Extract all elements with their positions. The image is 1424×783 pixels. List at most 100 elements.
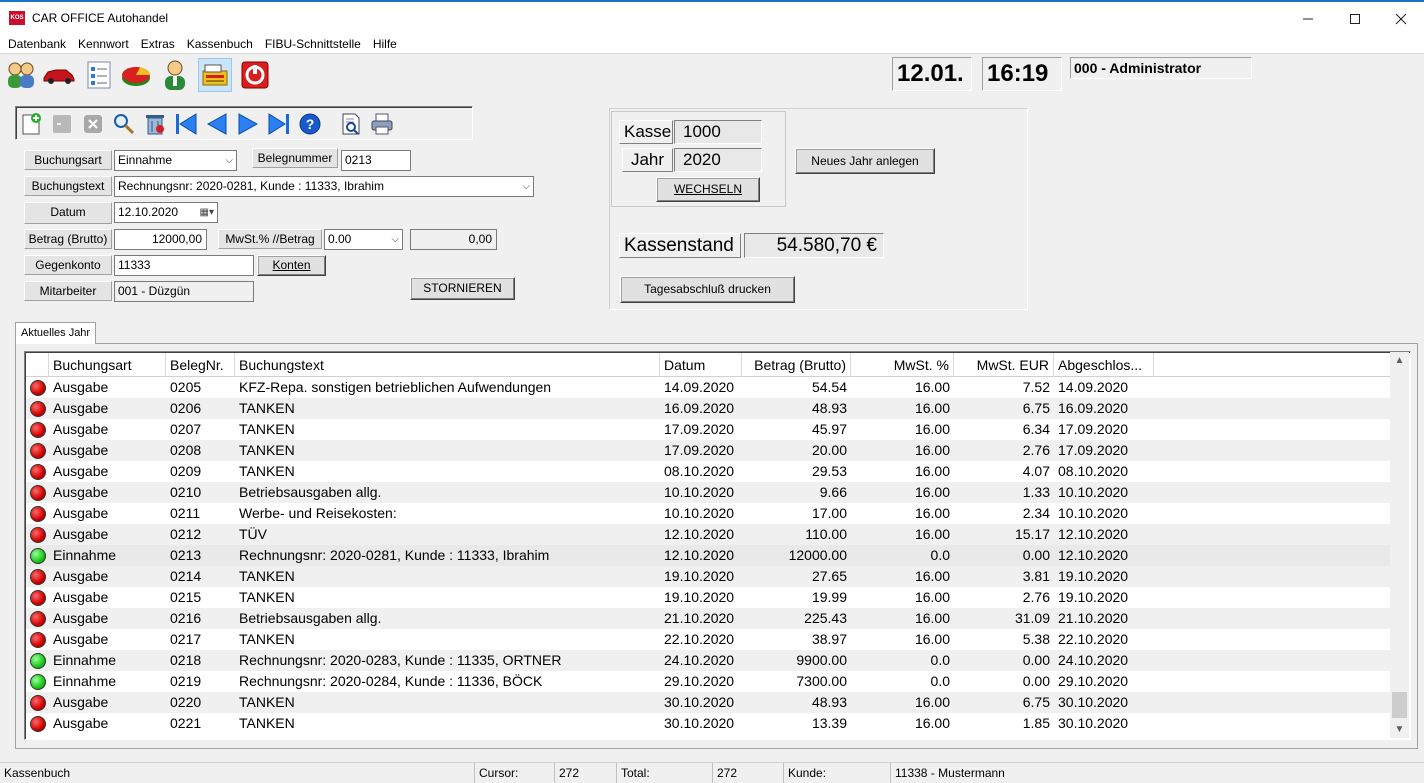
- cell-abg: 17.09.2020: [1058, 442, 1129, 458]
- column-header[interactable]: Buchungstext: [235, 353, 660, 377]
- column-header[interactable]: Buchungsart: [49, 353, 166, 377]
- help-button[interactable]: ?: [297, 111, 323, 137]
- status-cell: [26, 650, 49, 671]
- menu-kassenbuch[interactable]: Kassenbuch: [181, 37, 259, 51]
- gegenkonto-field[interactable]: 11333: [114, 255, 254, 276]
- table-row[interactable]: Ausgabe 0220 TANKEN 30.10.2020 48.93 16.00 6.7…: [26, 692, 1392, 713]
- status-cell: [26, 524, 49, 545]
- table-row[interactable]: Ausgabe 0211 Werbe- und Reisekosten: 10.10.…: [26, 503, 1392, 524]
- cell-text: TANKEN: [239, 442, 295, 458]
- betrag-field[interactable]: 12000,00: [114, 229, 207, 250]
- cell-mwst-eur: 0.00: [1022, 547, 1050, 563]
- buchungsart-label: Buchungsart: [24, 150, 112, 170]
- scroll-thumb[interactable]: [1392, 692, 1407, 718]
- column-header[interactable]: BelegNr.: [166, 353, 235, 377]
- stornieren-button[interactable]: STORNIEREN: [410, 277, 515, 300]
- cell-betrag: 45.97: [811, 421, 847, 437]
- table-row[interactable]: Einnahme 0219 Rechnungsnr: 2020-0284, Kund…: [26, 671, 1392, 692]
- minimize-button[interactable]: [1285, 6, 1331, 32]
- wechseln-button[interactable]: WECHSELN: [656, 177, 760, 202]
- cell-abg: 10.10.2020: [1058, 484, 1129, 500]
- menu-extras[interactable]: Extras: [135, 37, 181, 51]
- cell-text: TANKEN: [239, 568, 295, 584]
- status-cell: [26, 482, 49, 503]
- checklist-button[interactable]: [82, 58, 116, 92]
- status-column-header: [26, 353, 49, 377]
- datum-picker[interactable]: 12.10.2020 ▦▾: [114, 202, 218, 223]
- table-row[interactable]: Ausgabe 0205 KFZ-Repa. sonstigen betriebli…: [26, 377, 1392, 398]
- status-red-icon: [29, 505, 46, 522]
- close-button[interactable]: [1378, 6, 1424, 32]
- buchungstext-select[interactable]: Rechnungsnr: 2020-0281, Kunde : 11333, I…: [114, 176, 534, 197]
- neues-jahr-button[interactable]: Neues Jahr anlegen: [795, 148, 935, 174]
- status-cell: [26, 587, 49, 608]
- column-header[interactable]: Abgeschlos...: [1054, 353, 1154, 377]
- table-row[interactable]: Ausgabe 0207 TANKEN 17.09.2020 45.97 16.00 6.3…: [26, 419, 1392, 440]
- first-icon: [176, 113, 197, 135]
- cell-mwst: 16.00: [914, 463, 950, 479]
- konten-button[interactable]: Konten: [257, 255, 326, 276]
- table-row[interactable]: Ausgabe 0216 Betriebsausgaben allg. 21.10.2…: [26, 608, 1392, 629]
- menu-hilfe[interactable]: Hilfe: [367, 37, 403, 51]
- print-button[interactable]: [369, 111, 395, 137]
- mwst-select[interactable]: 0.00 ⌵: [324, 229, 403, 250]
- next-record-button[interactable]: [235, 111, 261, 137]
- cell-datum: 29.10.2020: [664, 673, 735, 689]
- scroll-down-icon[interactable]: ▼: [1390, 721, 1409, 738]
- delete-button[interactable]: [142, 111, 168, 137]
- tab-aktuelles-jahr[interactable]: Aktuelles Jahr: [15, 322, 96, 344]
- trash-icon: [146, 115, 164, 135]
- column-header[interactable]: MwSt. %: [851, 353, 954, 377]
- table-row[interactable]: Einnahme 0218 Rechnungsnr: 2020-0283, Kund…: [26, 650, 1392, 671]
- cell-datum: 17.09.2020: [664, 421, 735, 437]
- menu-datenbank[interactable]: Datenbank: [2, 37, 72, 51]
- column-header[interactable]: Betrag (Brutto): [742, 353, 851, 377]
- menu-fibu[interactable]: FIBU-Schnittstelle: [259, 37, 367, 51]
- cell-mwst-eur: 2.76: [1022, 442, 1050, 458]
- cashbook-button[interactable]: [198, 58, 232, 92]
- status-cell: [26, 671, 49, 692]
- cell-art: Ausgabe: [53, 484, 109, 500]
- last-record-button[interactable]: [266, 111, 292, 137]
- status-red-icon: [29, 526, 46, 543]
- table-row[interactable]: Ausgabe 0210 Betriebsausgaben allg. 10.10.2…: [26, 482, 1392, 503]
- cell-datum: 19.10.2020: [664, 568, 735, 584]
- table-row[interactable]: Ausgabe 0206 TANKEN 16.09.2020 48.93 16.00 6.7…: [26, 398, 1392, 419]
- exit-button[interactable]: [238, 58, 272, 92]
- new-record-button[interactable]: [18, 111, 44, 137]
- buchungsart-select[interactable]: Einnahme ⌵: [114, 150, 237, 171]
- customers-button[interactable]: [4, 58, 38, 92]
- preview-button[interactable]: [338, 111, 364, 137]
- table-row[interactable]: Ausgabe 0221 TANKEN 30.10.2020 13.39 16.00 1.8…: [26, 713, 1392, 734]
- vehicles-button[interactable]: [42, 58, 76, 92]
- table-row[interactable]: Ausgabe 0208 TANKEN 17.09.2020 20.00 16.00 2.7…: [26, 440, 1392, 461]
- cancel-record-button[interactable]: [80, 111, 106, 137]
- column-header[interactable]: MwSt. EUR: [954, 353, 1054, 377]
- vertical-scrollbar[interactable]: ▲ ▼: [1390, 352, 1409, 738]
- column-header[interactable]: Datum: [660, 353, 742, 377]
- table-row[interactable]: Ausgabe 0214 TANKEN 19.10.2020 27.65 16.00 3.8…: [26, 566, 1392, 587]
- cell-mwst: 16.00: [914, 421, 950, 437]
- table-row[interactable]: Ausgabe 0209 TANKEN 08.10.2020 29.53 16.00 4.0…: [26, 461, 1392, 482]
- edit-icon: [53, 115, 71, 133]
- table-row[interactable]: Ausgabe 0217 TANKEN 22.10.2020 38.97 16.00 5.3…: [26, 629, 1392, 650]
- table-row[interactable]: Ausgabe 0215 TANKEN 19.10.2020 19.99 16.00 2.7…: [26, 587, 1392, 608]
- search-button[interactable]: [111, 111, 137, 137]
- menu-kennwort[interactable]: Kennwort: [72, 37, 135, 51]
- cancel-icon: [84, 115, 102, 133]
- cell-text: TANKEN: [239, 463, 295, 479]
- employee-button[interactable]: [158, 58, 192, 92]
- previous-record-button[interactable]: [204, 111, 230, 137]
- first-record-button[interactable]: [173, 111, 199, 137]
- status-red-icon: [29, 400, 46, 417]
- maximize-button[interactable]: [1332, 6, 1378, 32]
- statistics-button[interactable]: [119, 58, 153, 92]
- cell-betrag: 9.66: [819, 484, 847, 500]
- belegnummer-field[interactable]: 0213: [341, 150, 411, 171]
- table-row[interactable]: Einnahme 0213 Rechnungsnr: 2020-0281, Kund…: [26, 545, 1392, 566]
- scroll-up-icon[interactable]: ▲: [1390, 352, 1409, 369]
- table-row[interactable]: Ausgabe 0212 TÜV 12.10.2020 110.00 16.00 15.17…: [26, 524, 1392, 545]
- cell-text: TÜV: [239, 526, 267, 542]
- tagesabschluss-button[interactable]: Tagesabschluß drucken: [620, 276, 795, 303]
- edit-record-button[interactable]: [49, 111, 75, 137]
